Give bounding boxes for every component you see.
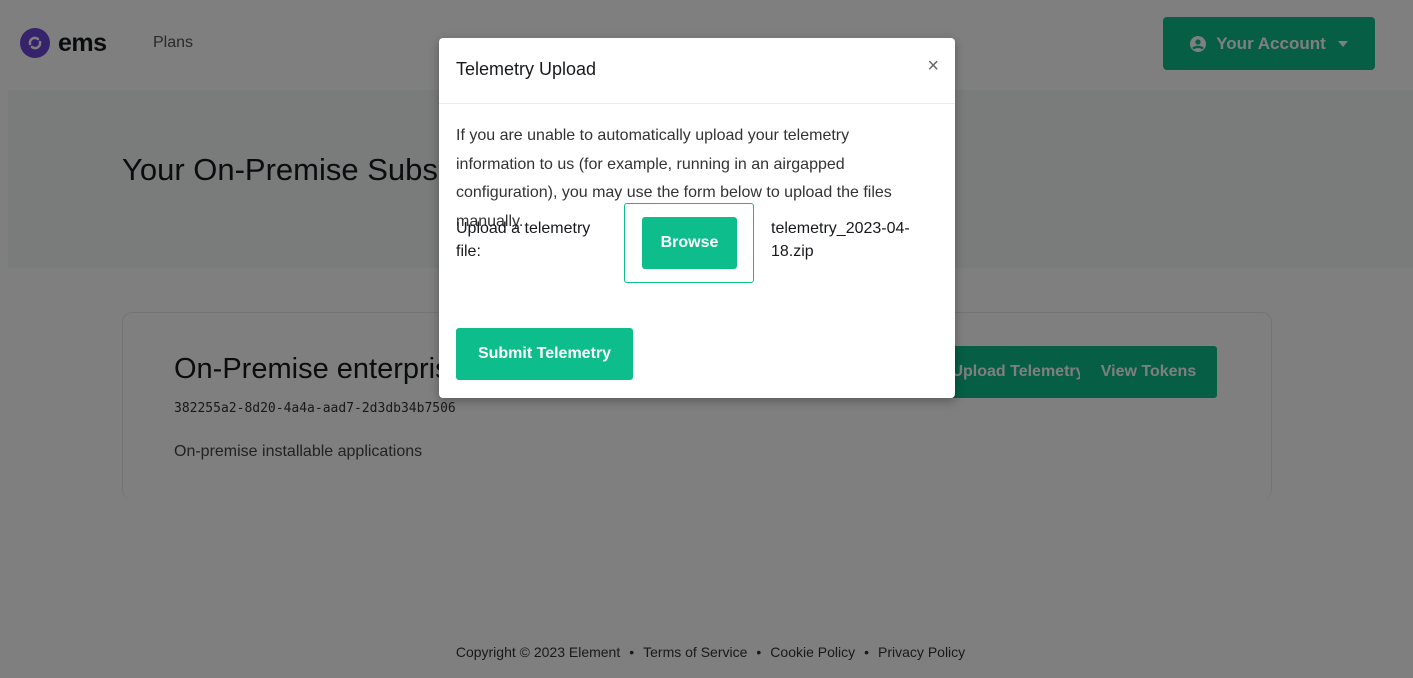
telemetry-upload-dialog: Telemetry Upload × If you are unable to …	[439, 38, 955, 398]
browse-button[interactable]: Browse	[642, 217, 737, 269]
dialog-header: Telemetry Upload ×	[439, 38, 955, 104]
close-icon[interactable]: ×	[927, 56, 939, 76]
file-input[interactable]: Browse	[624, 203, 754, 283]
selected-file-name: telemetry_2023-04-18.zip	[771, 220, 910, 260]
upload-form-row: Upload a telemetry file: Browse telemetr…	[456, 203, 946, 283]
upload-file-label: Upload a telemetry file:	[456, 220, 591, 260]
dialog-title: Telemetry Upload	[456, 59, 597, 79]
submit-telemetry-button[interactable]: Submit Telemetry	[456, 328, 633, 380]
